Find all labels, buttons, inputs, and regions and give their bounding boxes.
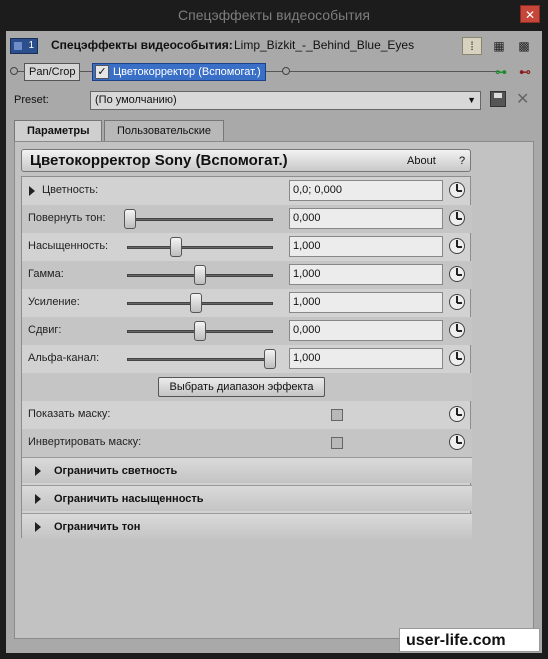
- param-slider-track[interactable]: [127, 218, 273, 221]
- param-slider-track[interactable]: [127, 246, 273, 249]
- close-button[interactable]: ✕: [520, 5, 540, 23]
- param-label: Повернуть тон:: [28, 212, 106, 224]
- fx-title: Спецэффекты видеособытия:: [51, 38, 233, 52]
- client-area: 1 Спецэффекты видеособытия: Limp_Bizkit_…: [6, 31, 542, 653]
- reset-icon[interactable]: [449, 322, 465, 338]
- window-title: Спецэффекты видеособытия: [178, 7, 370, 23]
- param-row-saturation: Насыщенность: 1,000: [22, 233, 472, 261]
- expand-arrow-icon[interactable]: [29, 186, 35, 196]
- select-range-button[interactable]: Выбрать диапазон эффекта: [158, 377, 325, 397]
- expand-arrow-icon: [35, 466, 41, 476]
- chain-plugin-label: Pan/Crop: [29, 66, 76, 78]
- expand-arrow-icon: [35, 522, 41, 532]
- window: Спецэффекты видеособытия ✕ 1 Спецэффекты…: [0, 0, 548, 659]
- section-limit-luminance[interactable]: Ограничить светность: [22, 457, 472, 483]
- reset-icon[interactable]: [449, 266, 465, 282]
- parameter-list: Цветность: 0,0; 0,000 Повернуть тон: 0,0…: [21, 176, 472, 539]
- param-value-input[interactable]: 0,000: [289, 320, 443, 341]
- param-row-alpha: Альфа-канал: 1,000: [22, 345, 472, 373]
- param-slider-thumb[interactable]: [194, 321, 206, 341]
- chevron-down-icon[interactable]: ▼: [467, 92, 476, 109]
- param-value-input[interactable]: 0,000: [289, 208, 443, 229]
- reset-icon[interactable]: [449, 238, 465, 254]
- param-label: Насыщенность:: [28, 240, 109, 252]
- reset-icon[interactable]: [449, 434, 465, 450]
- tab-custom[interactable]: Пользовательские: [104, 120, 224, 141]
- param-label: Цветность:: [42, 184, 99, 196]
- param-value-input[interactable]: 1,000: [289, 264, 443, 285]
- param-slider-thumb[interactable]: [170, 237, 183, 257]
- plug-chain-icon[interactable]: ⊶: [492, 65, 510, 79]
- param-label: Альфа-канал:: [28, 352, 100, 364]
- bypass-check-icon[interactable]: ✓: [95, 65, 109, 79]
- invert-mask-row: Инвертировать маску:: [22, 429, 472, 457]
- param-row-hue: Повернуть тон: 0,000: [22, 205, 472, 233]
- param-label: Усиление:: [28, 296, 80, 308]
- param-row-offset: Сдвиг: 0,000: [22, 317, 472, 345]
- delete-preset-icon[interactable]: ✕: [516, 89, 529, 109]
- param-row-gain: Усиление: 1,000: [22, 289, 472, 317]
- checkbox-label: Показать маску:: [28, 408, 111, 420]
- invert-mask-checkbox[interactable]: [331, 437, 343, 449]
- param-slider-thumb[interactable]: [189, 293, 202, 313]
- chain-end-node: [282, 67, 290, 75]
- expand-arrow-icon: [35, 494, 41, 504]
- param-row-chroma: Цветность: 0,0; 0,000: [22, 177, 472, 205]
- range-row: Выбрать диапазон эффекта: [22, 373, 472, 401]
- section-label: Ограничить тон: [54, 521, 141, 533]
- chain-plugin-color-corrector[interactable]: ✓ Цветокорректор (Вспомогат.): [92, 63, 266, 81]
- chain-plugin-pan-crop[interactable]: Pan/Crop: [24, 63, 81, 81]
- section-label: Ограничить светность: [54, 465, 178, 477]
- param-slider-thumb[interactable]: [194, 265, 206, 285]
- show-mask-checkbox[interactable]: [331, 409, 343, 421]
- plugin-chain: Pan/Crop ✓ Цветокорректор (Вспомогат.): [10, 61, 500, 83]
- preset-value: (По умолчанию): [95, 94, 177, 106]
- show-mask-row: Показать маску:: [22, 401, 472, 429]
- preset-select[interactable]: (По умолчанию) ▼: [90, 91, 481, 110]
- param-value-input[interactable]: 1,000: [289, 348, 443, 369]
- plugin-title: Цветокорректор Sony (Вспомогат.): [30, 152, 288, 169]
- fx-header: 1 Спецэффекты видеособытия: Limp_Bizkit_…: [6, 31, 542, 61]
- view-grid-large-icon[interactable]: ▩: [514, 37, 534, 55]
- section-limit-saturation[interactable]: Ограничить насыщенность: [22, 485, 472, 511]
- view-grid-icon[interactable]: ▦: [489, 37, 509, 55]
- param-label: Гамма:: [28, 268, 64, 280]
- param-slider-thumb[interactable]: [124, 209, 136, 229]
- chain-plugin-label: Цветокорректор (Вспомогат.): [113, 66, 261, 78]
- section-label: Ограничить насыщенность: [54, 493, 204, 505]
- param-slider-track[interactable]: [127, 358, 273, 361]
- help-button[interactable]: ?: [459, 155, 465, 167]
- section-limit-hue[interactable]: Ограничить тон: [22, 513, 472, 539]
- chain-start-node: [10, 67, 18, 75]
- watermark-logo: user-life.com: [399, 628, 540, 652]
- fx-file-name: Limp_Bizkit_-_Behind_Blue_Eyes: [234, 38, 415, 52]
- param-value-input[interactable]: 1,000: [289, 292, 443, 313]
- param-slider-thumb[interactable]: [264, 349, 276, 369]
- view-list-icon[interactable]: ⁞: [462, 37, 482, 55]
- tab-parameters[interactable]: Параметры: [14, 120, 103, 142]
- save-preset-icon[interactable]: [490, 91, 506, 107]
- parameters-panel: Цветокорректор Sony (Вспомогат.) About ?…: [14, 141, 534, 639]
- reset-icon[interactable]: [449, 210, 465, 226]
- about-link[interactable]: About: [407, 155, 436, 167]
- media-icon[interactable]: 1: [10, 38, 38, 54]
- param-label: Сдвиг:: [28, 324, 62, 336]
- reset-icon[interactable]: [449, 182, 465, 198]
- param-value-input[interactable]: 1,000: [289, 236, 443, 257]
- param-value-input[interactable]: 0,0; 0,000: [289, 180, 443, 201]
- param-row-gamma: Гамма: 1,000: [22, 261, 472, 289]
- reset-icon[interactable]: [449, 406, 465, 422]
- reset-icon[interactable]: [449, 294, 465, 310]
- reset-icon[interactable]: [449, 350, 465, 366]
- plug-remove-icon[interactable]: ⊷: [516, 65, 534, 79]
- preset-label: Preset:: [14, 94, 49, 106]
- plugin-header: Цветокорректор Sony (Вспомогат.) About ?: [21, 149, 471, 172]
- checkbox-label: Инвертировать маску:: [28, 436, 142, 448]
